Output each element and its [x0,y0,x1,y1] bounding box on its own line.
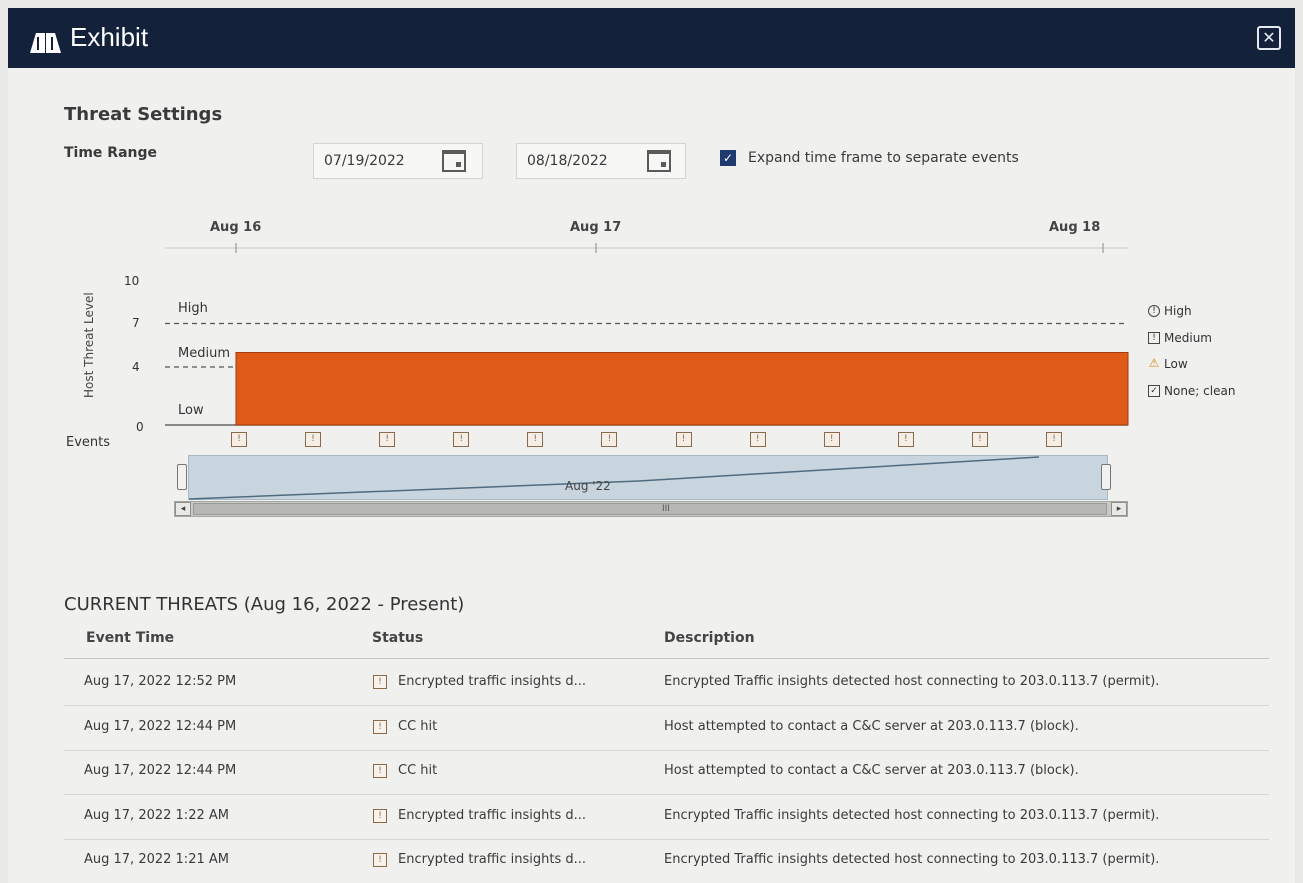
description-cell: Encrypted Traffic insights detected host… [664,807,1160,823]
status-cell: Encrypted traffic insights d... [398,807,587,823]
legend-label: None; clean [1164,384,1236,398]
column-header-status[interactable]: Status [372,630,423,646]
legend-label: High [1164,304,1192,318]
status-cell: CC hit [398,763,438,778]
timeline-scrollbar[interactable]: ◂ III ▸ [174,501,1128,517]
description-cell: Encrypted Traffic insights detected host… [664,852,1160,867]
event-marker[interactable]: ! [749,432,766,447]
description-cell: Host attempted to contact a C&C server a… [664,763,1079,778]
event-marker[interactable]: ! [527,432,544,447]
high-circle-icon: ! [1148,305,1160,317]
threat-level-area [235,352,1129,426]
band-label-medium: Medium [178,346,230,361]
table-row[interactable]: Aug 17, 2022 12:44 PM! CC hit Host attempt… [64,751,1269,795]
legend-item-high: ! High [1148,304,1192,318]
header-divider [64,658,1269,659]
event-marker[interactable]: ! [379,432,396,447]
legend-label: Medium [1164,331,1212,345]
event-marker[interactable]: ! [231,432,247,447]
band-label-high: High [178,301,208,316]
event-time-cell: Aug 17, 2022 1:22 AM [84,807,229,823]
legend-label: Low [1164,357,1188,371]
column-header-description[interactable]: Description [664,630,755,646]
status-cell: CC hit [398,718,438,734]
status-alert-icon: ! [373,808,387,823]
status-alert-icon: ! [373,719,387,734]
event-marker[interactable]: ! [823,432,840,447]
column-header-event-time[interactable]: Event Time [86,630,174,646]
current-threats-title: CURRENT THREATS (Aug 16, 2022 - Present) [64,594,465,615]
event-marker[interactable]: ! [897,432,914,447]
event-marker[interactable]: ! [453,432,470,447]
legend-item-low: ⚠ Low [1148,357,1188,371]
medium-square-icon: ! [1148,332,1160,344]
event-marker[interactable]: ! [675,432,692,447]
scroll-thumb[interactable]: III [193,503,1107,515]
scroll-grip: III [662,504,670,514]
table-row[interactable]: Aug 17, 2022 12:44 PM! CC hit Host attempt… [64,707,1269,751]
event-marker[interactable]: ! [971,432,988,447]
scroll-left-button[interactable]: ◂ [175,502,191,516]
navigator-label: Aug '22 [565,479,611,493]
legend-item-medium: ! Medium [1148,331,1212,345]
event-marker[interactable]: ! [1046,432,1062,447]
status-alert-icon: ! [373,675,387,689]
description-cell: Encrypted Traffic insights detected host… [664,674,1160,689]
event-time-cell: Aug 17, 2022 1:21 AM [84,852,229,867]
event-marker[interactable]: ! [305,432,322,447]
scroll-right-button[interactable]: ▸ [1111,502,1127,516]
event-marker[interactable]: ! [601,432,618,447]
events-row-label: Events [66,435,111,450]
status-cell: Encrypted traffic insights d... [398,674,587,689]
navigator-trend-line [188,456,1040,500]
event-time-cell: Aug 17, 2022 12:44 PM [84,763,237,778]
low-triangle-icon: ⚠ [1148,356,1160,370]
table-row[interactable]: Aug 17, 2022 1:21 AM! Encrypted traffic i… [64,840,1269,883]
event-time-cell: Aug 17, 2022 12:52 PM [84,674,237,689]
none-check-icon: ✓ [1148,385,1160,397]
navigator-left-handle[interactable] [177,464,187,490]
table-row[interactable]: Aug 17, 2022 12:52 PM! Encrypted traffic … [64,662,1269,706]
time-navigator[interactable] [188,455,1108,500]
status-alert-icon: ! [373,764,387,778]
event-time-cell: Aug 17, 2022 12:44 PM [84,718,237,734]
table-row[interactable]: Aug 17, 2022 1:22 AM! Encrypted traffic i… [64,796,1269,840]
status-cell: Encrypted traffic insights d... [398,852,587,867]
band-label-low: Low [178,403,204,418]
status-alert-icon: ! [373,853,387,867]
navigator-right-handle[interactable] [1101,464,1111,490]
legend-item-none: ✓ None; clean [1148,384,1235,398]
description-cell: Host attempted to contact a C&C server a… [664,718,1079,734]
